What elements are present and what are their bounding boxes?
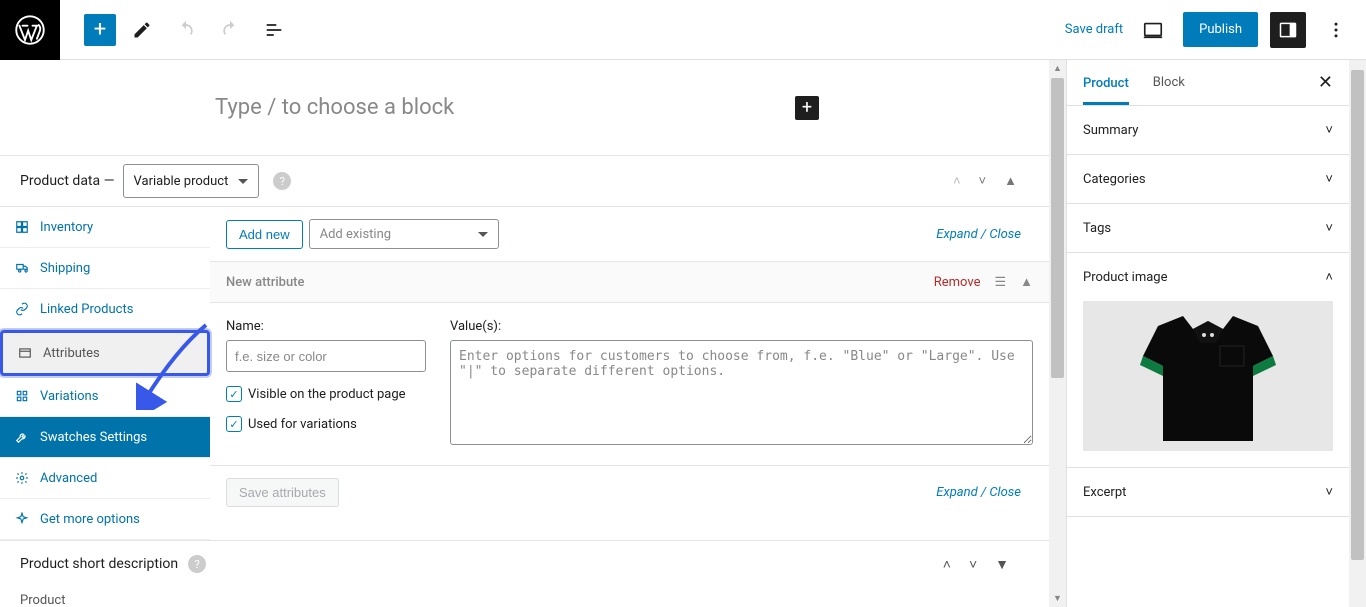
product-short-description-header: Product short description ? ˄ ˅ ▼ [0, 540, 1049, 587]
add-block-button[interactable]: + [84, 14, 116, 46]
editor-column: Type / to choose a block + Product data … [0, 60, 1049, 607]
sidebar-tab-block[interactable]: Block [1153, 61, 1185, 104]
used-variations-checkbox-row[interactable]: ✓ Used for variations [226, 416, 426, 432]
panel-categories[interactable]: Categories ˅ [1067, 155, 1349, 204]
tab-label: Linked Products [40, 302, 133, 317]
publish-button[interactable]: Publish [1183, 12, 1258, 47]
attribute-name-input[interactable] [226, 340, 426, 372]
chevron-up-icon: ˄ [1325, 269, 1333, 285]
top-toolbar: + Save draft Publish [0, 0, 1366, 60]
chevron-down-icon: ˅ [1325, 171, 1333, 187]
undo-icon[interactable] [168, 12, 204, 48]
product-footer-label: Product [0, 587, 1049, 607]
tab-label: Inventory [40, 220, 93, 235]
values-label: Value(s): [450, 319, 1033, 334]
panel-down-icon[interactable]: ˅ [979, 173, 987, 189]
inventory-icon [14, 219, 30, 235]
panel-excerpt[interactable]: Excerpt ˅ [1067, 468, 1349, 517]
tab-label: Shipping [40, 261, 90, 276]
product-data-label: Product data — [20, 173, 115, 189]
tools-edit-icon[interactable] [124, 12, 160, 48]
wrench-icon [14, 429, 30, 445]
panel-toggle-icon[interactable]: ▼ [995, 556, 1009, 573]
link-icon [14, 301, 30, 317]
panel-product-image[interactable]: Product image ˄ [1067, 253, 1349, 301]
visible-label: Visible on the product page [248, 387, 406, 402]
panel-up-icon[interactable]: ˄ [943, 556, 951, 573]
tab-shipping[interactable]: Shipping [0, 248, 210, 289]
add-existing-placeholder: Add existing [320, 227, 391, 242]
visible-checkbox-row[interactable]: ✓ Visible on the product page [226, 386, 426, 402]
attribute-panel-header[interactable]: New attribute Remove ☰ ▲ [210, 262, 1049, 303]
collapse-icon[interactable]: ▲ [1020, 274, 1033, 290]
tab-advanced[interactable]: Advanced [0, 458, 210, 499]
panel-toggle-icon[interactable]: ▲ [1004, 173, 1017, 189]
chevron-down-icon: ˅ [1325, 122, 1333, 138]
expand-close-link[interactable]: Expand / Close [936, 227, 1033, 242]
panel-label: Categories [1083, 172, 1146, 187]
block-placeholder[interactable]: Type / to choose a block [215, 95, 454, 120]
panel-label: Excerpt [1083, 485, 1126, 500]
product-data-tabs: Inventory Shipping Linked Products Attri… [0, 207, 210, 540]
panel-summary[interactable]: Summary ˅ [1067, 106, 1349, 155]
panel-up-icon[interactable]: ˄ [953, 173, 961, 189]
tab-label: Advanced [40, 471, 97, 486]
document-outline-icon[interactable] [256, 12, 292, 48]
add-existing-select[interactable]: Add existing [309, 219, 499, 249]
checkbox-icon: ✓ [226, 386, 242, 402]
short-desc-title: Product short description [20, 556, 178, 572]
more-options-icon[interactable] [1318, 12, 1354, 48]
sidebar-scrollbar[interactable] [1349, 60, 1366, 607]
product-data-header: Product data — Variable product ? ˄ ˅ ▲ [0, 155, 1049, 207]
help-icon[interactable]: ? [188, 555, 206, 573]
sidebar-tab-product[interactable]: Product [1083, 62, 1129, 105]
editor-scrollbar[interactable]: ▲ ▼ [1049, 60, 1066, 607]
attribute-values-textarea[interactable] [450, 340, 1033, 445]
name-label: Name: [226, 319, 426, 334]
help-icon[interactable]: ? [273, 172, 291, 190]
save-attributes-button: Save attributes [226, 478, 339, 507]
panel-label: Summary [1083, 123, 1138, 138]
tab-label: Variations [40, 389, 98, 404]
truck-icon [14, 260, 30, 276]
add-new-button[interactable]: Add new [226, 220, 303, 249]
settings-sidebar: Product Block ✕ Summary ˅ Categories ˅ T… [1066, 60, 1349, 607]
tab-label: Swatches Settings [40, 430, 147, 445]
expand-close-link-bottom[interactable]: Expand / Close [936, 485, 1033, 500]
used-label: Used for variations [248, 417, 357, 432]
remove-attribute-link[interactable]: Remove [934, 275, 981, 290]
panel-label: Product image [1083, 270, 1168, 285]
tab-label: Get more options [40, 512, 140, 527]
close-sidebar-icon[interactable]: ✕ [1318, 72, 1333, 93]
tab-linked-products[interactable]: Linked Products [0, 289, 210, 330]
product-type-value: Variable product [134, 174, 229, 189]
sparkle-icon [14, 511, 30, 527]
gear-icon [14, 470, 30, 486]
sidebar-toggle-button[interactable] [1270, 12, 1306, 48]
panel-down-icon[interactable]: ˅ [969, 556, 977, 573]
panel-label: Tags [1083, 221, 1111, 236]
checkbox-icon: ✓ [226, 416, 242, 432]
inline-add-block-button[interactable]: + [795, 96, 819, 120]
drag-handle-icon[interactable]: ☰ [994, 275, 1006, 290]
tab-inventory[interactable]: Inventory [0, 207, 210, 248]
tab-attributes[interactable]: Attributes [0, 330, 210, 376]
wordpress-logo[interactable] [0, 0, 60, 60]
attributes-icon [17, 345, 33, 361]
tab-variations[interactable]: Variations [0, 376, 210, 417]
panel-tags[interactable]: Tags ˅ [1067, 204, 1349, 253]
tab-label: Attributes [43, 346, 100, 361]
product-image-preview[interactable] [1083, 301, 1333, 451]
tab-get-more[interactable]: Get more options [0, 499, 210, 540]
chevron-down-icon: ˅ [1325, 484, 1333, 500]
save-draft-link[interactable]: Save draft [1065, 22, 1123, 37]
redo-icon[interactable] [212, 12, 248, 48]
tab-swatches-settings[interactable]: Swatches Settings [0, 417, 210, 458]
product-type-select[interactable]: Variable product [123, 164, 260, 198]
chevron-down-icon: ˅ [1325, 220, 1333, 236]
variations-icon [14, 388, 30, 404]
preview-icon[interactable] [1135, 12, 1171, 48]
attribute-title: New attribute [226, 275, 304, 290]
attributes-panel-content: Add new Add existing Expand / Close New … [210, 207, 1049, 540]
